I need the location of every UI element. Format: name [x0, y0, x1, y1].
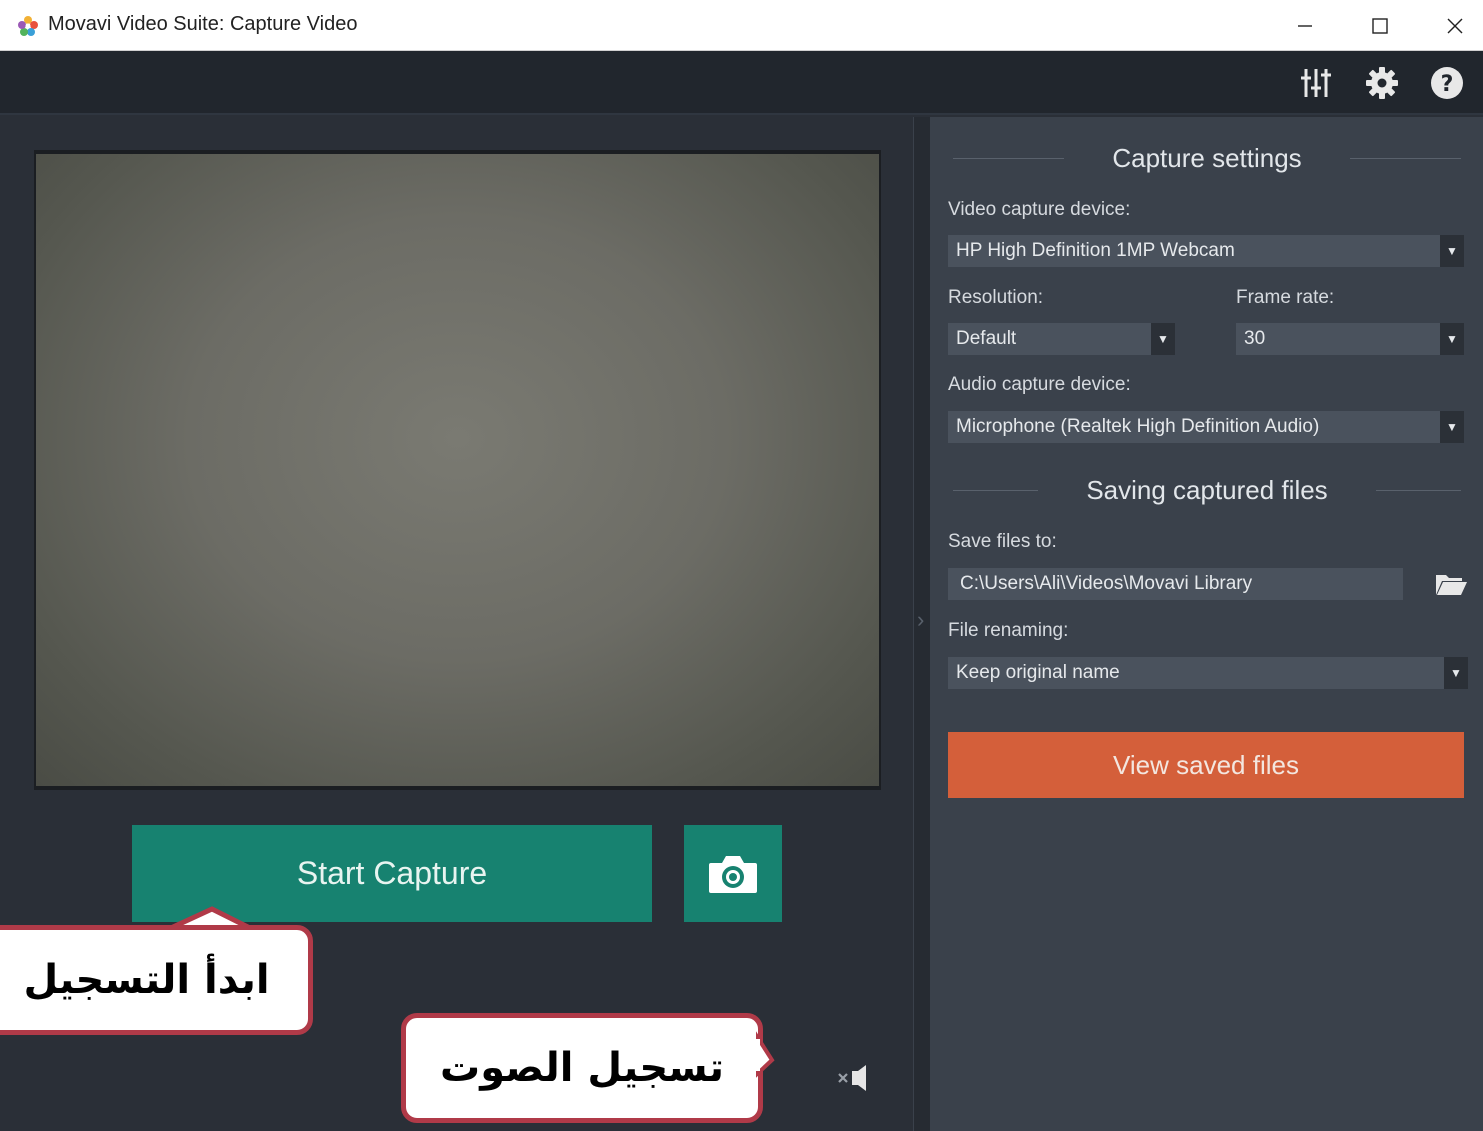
frame-rate-label: Frame rate:	[1236, 287, 1335, 308]
toolbar: ?	[0, 51, 1483, 115]
mixer-icon	[1301, 69, 1331, 97]
start-recording-annotation: ابدأ التسجيل	[0, 925, 313, 1035]
close-icon	[1447, 18, 1463, 33]
settings-panel: Capture settings Video capture device: H…	[931, 117, 1483, 1131]
chevron-right-icon: ›	[917, 607, 925, 632]
maximize-button[interactable]	[1350, 0, 1410, 51]
gear-icon	[1366, 67, 1398, 99]
dropdown-arrow-icon: ▼	[1444, 657, 1468, 689]
audio-device-value: Microphone (Realtek High Definition Audi…	[956, 416, 1320, 437]
close-button[interactable]	[1425, 0, 1483, 51]
file-renaming-value: Keep original name	[956, 662, 1120, 683]
resolution-select[interactable]: Default ▼	[948, 323, 1175, 355]
resolution-value: Default	[956, 328, 1017, 349]
webcam-preview	[34, 150, 881, 790]
frame-rate-select[interactable]: 30 ▼	[1236, 323, 1464, 355]
audio-device-label: Audio capture device:	[948, 374, 1131, 395]
saving-files-title: Saving captured files	[1086, 474, 1328, 505]
folder-open-icon	[1436, 575, 1467, 595]
video-device-select[interactable]: HP High Definition 1MP Webcam ▼	[948, 235, 1464, 267]
frame-rate-value: 30	[1244, 328, 1266, 349]
webcam-feed	[36, 154, 879, 786]
dropdown-arrow-icon: ▼	[1440, 411, 1464, 443]
app-logo-icon	[18, 16, 38, 36]
callout-pointer	[756, 1031, 775, 1078]
video-device-label: Video capture device:	[948, 199, 1131, 220]
browse-folder-button[interactable]	[1433, 568, 1469, 600]
speaker-muted-icon	[838, 1065, 866, 1091]
help-button[interactable]: ?	[1427, 63, 1467, 103]
file-renaming-label: File renaming:	[948, 620, 1069, 641]
minimize-button[interactable]	[1275, 0, 1335, 51]
save-path-value: C:\Users\Ali\Videos\Movavi Library	[960, 573, 1253, 594]
capture-settings-title: Capture settings	[1112, 142, 1302, 173]
minimize-icon	[1298, 24, 1312, 27]
mute-button[interactable]	[836, 1061, 876, 1095]
camera-icon	[709, 855, 757, 893]
resolution-label: Resolution:	[948, 287, 1044, 308]
maximize-icon	[1372, 17, 1388, 34]
window-title: Movavi Video Suite: Capture Video	[48, 13, 358, 35]
capture-settings-header: Capture settings	[949, 138, 1465, 178]
title-bar: Movavi Video Suite: Capture Video	[0, 0, 1483, 51]
view-saved-files-button[interactable]: View saved files	[948, 732, 1464, 798]
audio-recording-annotation: تسجيل الصوت	[401, 1013, 763, 1123]
svg-text:?: ?	[1441, 72, 1454, 97]
save-to-label: Save files to:	[948, 531, 1057, 552]
settings-button[interactable]	[1362, 63, 1402, 103]
audio-device-select[interactable]: Microphone (Realtek High Definition Audi…	[948, 411, 1464, 443]
panel-splitter[interactable]: ›	[913, 117, 931, 1131]
video-device-value: HP High Definition 1MP Webcam	[956, 240, 1235, 261]
mixer-button[interactable]	[1296, 63, 1336, 103]
saving-files-header: Saving captured files	[949, 470, 1465, 510]
dropdown-arrow-icon: ▼	[1151, 323, 1175, 355]
file-renaming-select[interactable]: Keep original name ▼	[948, 657, 1468, 689]
save-path-field[interactable]: C:\Users\Ali\Videos\Movavi Library	[948, 568, 1403, 600]
help-icon: ?	[1431, 67, 1463, 99]
snapshot-button[interactable]	[684, 825, 782, 922]
dropdown-arrow-icon: ▼	[1440, 235, 1464, 267]
dropdown-arrow-icon: ▼	[1440, 323, 1464, 355]
